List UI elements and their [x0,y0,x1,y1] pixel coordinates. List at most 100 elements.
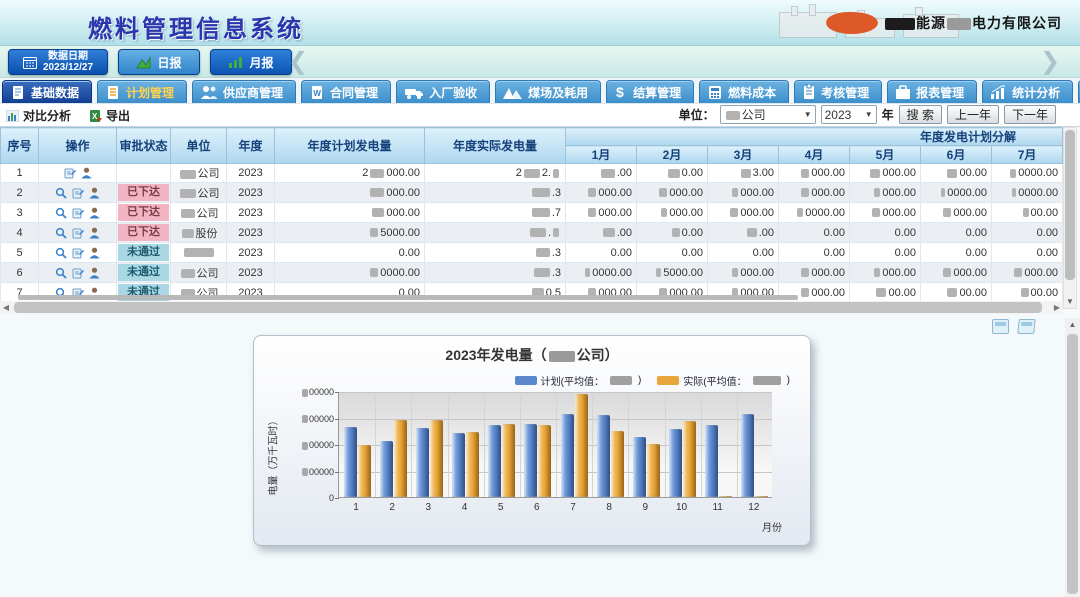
page-vertical-scrollbar[interactable]: ▲ [1065,318,1080,597]
next-year-button[interactable]: 下一年 [1004,105,1056,124]
column-header[interactable]: 年度 [227,128,275,164]
year-cell: 2023 [227,263,275,283]
edit-icon[interactable] [72,187,84,199]
compare-analysis-button[interactable]: 对比分析 [6,107,71,124]
tab-3[interactable]: 供应商管理 [192,80,296,103]
user-icon[interactable] [89,247,100,259]
x-tick-label: 4 [447,502,483,513]
document-icon [10,85,26,100]
month-cell: 000.00 [850,164,921,183]
tab-1[interactable]: 基础数据 [2,80,92,103]
column-header[interactable]: 年度计划发电量 [275,128,425,164]
scroll-left-arrow-icon[interactable]: ◀ [0,301,12,314]
edit-icon[interactable] [72,227,84,239]
edit-icon[interactable] [72,207,84,219]
search-icon[interactable] [55,207,67,219]
year-cell: 2023 [227,164,275,183]
user-icon[interactable] [89,227,100,239]
export-chart-icon[interactable] [1017,319,1036,334]
year-cell: 2023 [227,223,275,243]
unit-select[interactable]: 公司▼ [720,105,816,124]
tab-2[interactable]: 计划管理 [97,80,187,103]
user-icon[interactable] [89,207,100,219]
tab-8[interactable]: 燃料成本 [699,80,789,103]
data-date-button[interactable]: 数据日期2023/12/27 [8,49,108,75]
edit-icon[interactable] [64,167,76,179]
table-vertical-scrollbar[interactable]: ▼ [1063,127,1077,309]
redaction-block [1012,188,1016,197]
scroll-down-arrow-icon[interactable]: ▼ [1064,296,1076,308]
tab-4[interactable]: W合同管理 [301,80,391,103]
clipboard-icon [802,84,816,100]
redaction-block [1010,169,1016,178]
daily-report-button[interactable]: 日报 [118,49,200,75]
dollar-icon: $ [614,84,628,100]
search-icon[interactable] [55,187,67,199]
chart-plot-area: 000000000000000000000 [338,392,772,498]
user-icon[interactable] [89,267,100,279]
month-header[interactable]: 5月 [850,146,921,164]
month-header[interactable]: 7月 [992,146,1063,164]
actual-cell: .3 [425,263,566,283]
inner-horizontal-scrollbar[interactable] [18,295,798,300]
tab-6[interactable]: 煤场及耗用 [495,80,601,103]
svg-text:W: W [313,89,321,98]
year-select[interactable]: 2023▼ [821,105,877,124]
group-header: 年度发电计划分解 [566,128,1063,146]
bar-group [375,420,411,497]
tab-7[interactable]: $结算管理 [606,80,694,103]
plan-bar-9 [633,437,646,497]
column-header[interactable]: 序号 [1,128,39,164]
tab-10[interactable]: 报表管理 [887,80,977,103]
month-header[interactable]: 3月 [708,146,779,164]
column-header[interactable]: 操作 [39,128,117,164]
legend-swatch [515,376,537,385]
redaction-block [941,188,945,197]
scrollbar-thumb[interactable] [14,302,1042,313]
actual-bar-5 [502,424,515,497]
status-badge: 已下达 [118,204,169,221]
plan-bar-8 [597,415,610,497]
monthly-report-button[interactable]: 月报 [210,49,292,75]
month-cell: 0.00 [637,164,708,183]
month-header[interactable]: 2月 [637,146,708,164]
scrollbar-thumb[interactable] [1067,334,1078,594]
redaction-block [732,268,738,277]
column-header[interactable]: 单位 [171,128,227,164]
tab-5[interactable]: 入厂验收 [396,80,490,103]
tab-9[interactable]: 考核管理 [794,80,882,103]
column-header[interactable]: 年度实际发电量 [425,128,566,164]
scroll-left-chevron-icon[interactable]: ❮ [288,47,308,76]
edit-icon[interactable] [72,267,84,279]
table-horizontal-scrollbar[interactable]: ◀ ▶ [0,301,1063,314]
scrollbar-thumb[interactable] [1065,130,1075,280]
table-row: 5未通过20230.00.30.000.000.000.000.000.000.… [1,243,1063,263]
month-header[interactable]: 4月 [779,146,850,164]
chart-x-ticks: 123456789101112 [338,502,772,514]
month-header[interactable]: 1月 [566,146,637,164]
edit-icon[interactable] [72,247,84,259]
user-icon[interactable] [89,187,100,199]
search-icon[interactable] [55,247,67,259]
scroll-right-chevron-icon[interactable]: ❯ [1040,47,1060,76]
redaction-block [659,188,667,197]
search-icon[interactable] [55,227,67,239]
window-icon[interactable] [992,319,1009,334]
scroll-up-arrow-icon[interactable]: ▲ [1065,318,1080,331]
redaction-block [603,228,615,237]
chart-window-tools [992,319,1035,334]
search-button[interactable]: 搜 索 [899,105,942,124]
export-button[interactable]: X 导出 [89,107,130,124]
year-cell: 2023 [227,183,275,203]
user-icon[interactable] [81,167,92,179]
month-cell: 000.00 [992,263,1063,283]
tab-11[interactable]: 统计分析 [982,80,1073,103]
search-icon[interactable] [55,267,67,279]
prev-year-button[interactable]: 上一年 [947,105,999,124]
month-header[interactable]: 6月 [921,146,992,164]
column-header[interactable]: 审批状态 [117,128,171,164]
svg-text:X: X [92,112,98,121]
month-cell: 0000.00 [992,183,1063,203]
scroll-right-arrow-icon[interactable]: ▶ [1051,301,1063,314]
month-cell: 0000.00 [566,263,637,283]
